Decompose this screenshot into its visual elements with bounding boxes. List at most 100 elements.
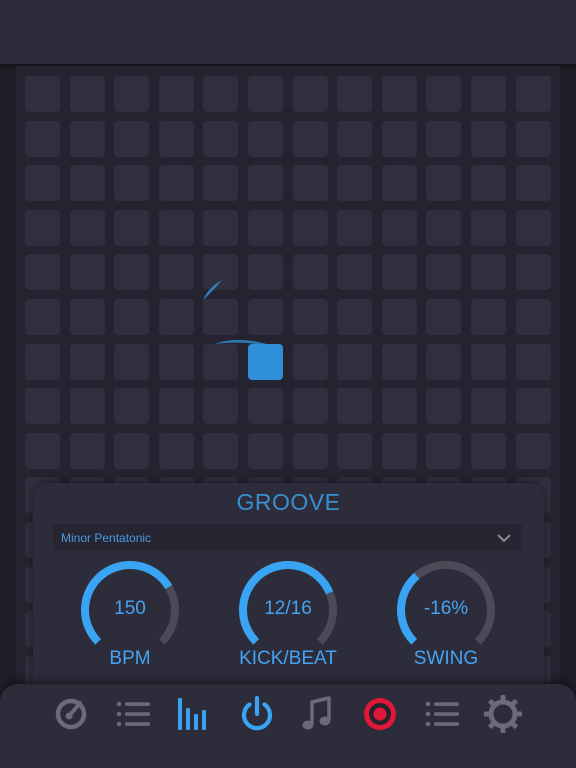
grid-cell[interactable] xyxy=(515,76,551,112)
grid-cell[interactable] xyxy=(114,120,150,157)
playlist-button[interactable] xyxy=(420,694,464,734)
grid-cell[interactable] xyxy=(471,209,506,246)
grid-cell[interactable] xyxy=(471,343,506,380)
grid-cell[interactable] xyxy=(114,254,150,291)
grid-cell[interactable] xyxy=(426,432,462,469)
grid-cell[interactable] xyxy=(292,299,328,335)
grid-cell[interactable] xyxy=(381,432,417,469)
grid-cell[interactable] xyxy=(203,299,239,335)
grid-cell[interactable] xyxy=(426,76,462,112)
grid-cell[interactable] xyxy=(248,165,283,202)
settings-button[interactable] xyxy=(481,694,525,734)
grid-cell[interactable] xyxy=(25,299,60,335)
grid-cell[interactable] xyxy=(69,299,105,335)
scale-dropdown[interactable]: Minor Pentatonic xyxy=(53,524,522,551)
grid-cell[interactable] xyxy=(337,388,373,425)
grid-cell[interactable] xyxy=(471,432,506,469)
grid-cell[interactable] xyxy=(69,432,105,469)
grid-cell[interactable] xyxy=(381,299,417,335)
grid-cell[interactable] xyxy=(292,388,328,425)
grid-cell[interactable] xyxy=(158,299,194,335)
grid-cell[interactable] xyxy=(25,388,60,425)
grid-cell[interactable] xyxy=(25,343,60,380)
grid-cell[interactable] xyxy=(471,120,506,157)
grid-cell[interactable] xyxy=(69,120,105,157)
grid-cell[interactable] xyxy=(515,388,551,425)
grid-cell[interactable] xyxy=(381,120,417,157)
grid-cell[interactable] xyxy=(381,76,417,112)
grid-cell[interactable] xyxy=(426,299,462,335)
grid-cell[interactable] xyxy=(426,120,462,157)
grid-cell[interactable] xyxy=(69,76,105,112)
grid-cell[interactable] xyxy=(114,165,150,202)
grid-cell[interactable] xyxy=(25,254,60,291)
grid-cell[interactable] xyxy=(337,343,373,380)
grid-cell[interactable] xyxy=(158,432,194,469)
grid-cell[interactable] xyxy=(203,343,239,380)
grid-cell[interactable] xyxy=(114,76,150,112)
grid-cell[interactable] xyxy=(515,120,551,157)
grid-cell[interactable] xyxy=(158,388,194,425)
grid-cell[interactable] xyxy=(426,388,462,425)
grid-cell[interactable] xyxy=(114,299,150,335)
grid-cell[interactable] xyxy=(248,432,283,469)
speedometer-button[interactable] xyxy=(49,694,93,734)
grid-cell[interactable] xyxy=(158,343,194,380)
grid-cell[interactable] xyxy=(426,254,462,291)
grid-cell[interactable] xyxy=(426,209,462,246)
grid-cell[interactable] xyxy=(292,343,328,380)
grid-cell[interactable] xyxy=(25,76,60,112)
grid-cell[interactable] xyxy=(69,209,105,246)
grid-cell[interactable] xyxy=(381,254,417,291)
grid-cell[interactable] xyxy=(25,209,60,246)
grid-cell[interactable] xyxy=(158,165,194,202)
grid-cell[interactable] xyxy=(203,432,239,469)
grid-cell[interactable] xyxy=(337,432,373,469)
grid-cell[interactable] xyxy=(248,299,283,335)
grid-cell[interactable] xyxy=(337,120,373,157)
grid-cell[interactable] xyxy=(114,343,150,380)
grid-cell[interactable] xyxy=(515,299,551,335)
grid-cell[interactable] xyxy=(292,432,328,469)
record-button[interactable] xyxy=(358,694,402,734)
grid-cell[interactable] xyxy=(471,165,506,202)
grid-cell[interactable] xyxy=(515,254,551,291)
grid-cell[interactable] xyxy=(292,165,328,202)
grid-cell[interactable] xyxy=(337,76,373,112)
grid-cell[interactable] xyxy=(114,388,150,425)
grid-cell[interactable] xyxy=(158,209,194,246)
grid-cell[interactable] xyxy=(292,120,328,157)
grid-cell[interactable] xyxy=(426,165,462,202)
grid-cell[interactable] xyxy=(69,388,105,425)
grid-cell[interactable] xyxy=(471,76,506,112)
grid-cell[interactable] xyxy=(203,76,239,112)
grid-cell[interactable] xyxy=(337,209,373,246)
grid-cell[interactable] xyxy=(69,165,105,202)
grid-cell[interactable] xyxy=(158,120,194,157)
grid-cell[interactable] xyxy=(114,432,150,469)
grid-cell[interactable] xyxy=(471,388,506,425)
grid-cell[interactable] xyxy=(381,388,417,425)
grid-cell[interactable] xyxy=(69,343,105,380)
grid-cell[interactable] xyxy=(114,209,150,246)
grid-cell[interactable] xyxy=(292,209,328,246)
grid-cell[interactable] xyxy=(515,343,551,380)
grid-cell[interactable] xyxy=(381,209,417,246)
grid-cell[interactable] xyxy=(515,209,551,246)
grid-cell[interactable] xyxy=(471,299,506,335)
grid-cell[interactable] xyxy=(337,165,373,202)
grid-cell[interactable] xyxy=(337,254,373,291)
grid-cell[interactable] xyxy=(248,209,283,246)
grid-cell[interactable] xyxy=(25,120,60,157)
grid-cell[interactable] xyxy=(203,120,239,157)
grid-cell[interactable] xyxy=(248,388,283,425)
grid-cell[interactable] xyxy=(337,299,373,335)
power-button[interactable] xyxy=(235,694,279,734)
grid-cell[interactable] xyxy=(248,254,283,291)
music-button[interactable] xyxy=(296,694,340,734)
grid-cell[interactable] xyxy=(248,120,283,157)
grid-cell[interactable] xyxy=(203,254,239,291)
grid-cell[interactable] xyxy=(471,254,506,291)
grid-cell[interactable] xyxy=(292,76,328,112)
grid-cell[interactable] xyxy=(25,165,60,202)
